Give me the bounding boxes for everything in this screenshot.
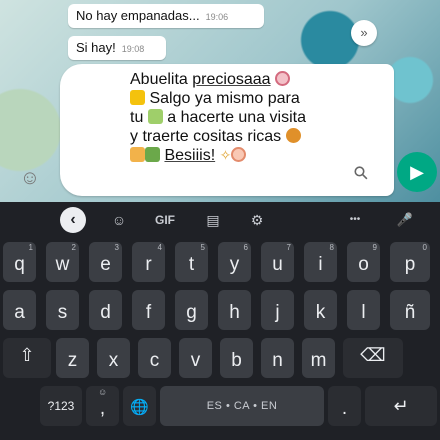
draft-word: Abuelita [130,71,188,88]
empanada-icon [285,128,301,143]
message-time: 19:06 [205,12,229,22]
back-icon[interactable]: ‹ [60,207,86,233]
keyboard: ‹ ☺ GIF ▤ ⚙ ••• 🎤 1q 2w 3e 4r 5t 6y 7u 8… [0,202,440,440]
key-r[interactable]: 4r [132,242,165,282]
microphone-icon[interactable]: 🎤 [392,207,418,233]
draft-text[interactable]: Abuelita preciosaaa Salgo ya mismo para … [130,70,306,165]
send-arrow-icon: ▶ [410,162,424,182]
draft-line: Salgo ya mismo para [130,89,306,108]
key-d[interactable]: d [89,290,122,330]
running-person-icon [130,90,145,105]
draft-line: y traerte cositas ricas [130,127,306,146]
key-z[interactable]: z [56,338,89,378]
key-c[interactable]: c [138,338,171,378]
draft-line: Abuelita preciosaaa [130,70,306,89]
keyboard-toolbar: ‹ ☺ GIF ▤ ⚙ ••• 🎤 [0,202,440,238]
key-s[interactable]: s [46,290,79,330]
send-button[interactable]: ▶ [397,152,437,192]
key-a[interactable]: a [3,290,36,330]
more-icon[interactable]: ••• [340,207,370,233]
key-y[interactable]: 6y [218,242,251,282]
key-x[interactable]: x [97,338,130,378]
draft-line-text: a hacerte una visita [167,109,306,126]
period-key[interactable]: . [328,386,361,426]
sparkles-icon: ✧ [219,147,232,163]
key-q[interactable]: 1q [3,242,36,282]
draft-word-underlined: preciosaaa [192,71,271,88]
emoji-hint-icon: ☺ [98,387,108,397]
backspace-icon: ⌫ [360,345,386,365]
gif-button[interactable]: GIF [148,207,182,233]
draft-word: tu [130,109,144,126]
key-g[interactable]: g [175,290,208,330]
chat-area: No hay empanadas... 19:06 Si hay! 19:08 » … [0,0,440,202]
key-w[interactable]: 2w [46,242,79,282]
key-i[interactable]: 8i [304,242,337,282]
draft-word-underlined: Besiiis! [164,147,216,164]
key-m[interactable]: m [302,338,335,378]
message-time: 19:08 [121,44,145,54]
settings-icon[interactable]: ⚙ [244,207,270,233]
globe-icon: 🌐 [130,399,149,416]
enter-key[interactable]: ↵ [365,386,437,426]
grandmother-icon [147,109,163,124]
smiley-icon[interactable]: ☺ [18,166,42,190]
message-text: No hay empanadas... [76,8,200,23]
food-icon [130,147,145,162]
chevron-double-down-icon[interactable]: » [351,20,377,46]
draft-line: Besiiis! ✧ [130,146,306,165]
key-v[interactable]: v [179,338,212,378]
key-u[interactable]: 7u [261,242,294,282]
key-e[interactable]: 3e [89,242,122,282]
shift-icon: ⇧ [19,345,35,365]
key-n-tilde[interactable]: ñ [390,290,430,330]
shift-key[interactable]: ⇧ [3,338,51,378]
key-t[interactable]: 5t [175,242,208,282]
key-k[interactable]: k [304,290,337,330]
message-bubble[interactable]: Si hay! 19:08 [68,36,166,60]
key-o[interactable]: 9o [347,242,380,282]
message-text: Si hay! [76,40,116,55]
comma-key[interactable]: ☺, [86,386,119,426]
key-h[interactable]: h [218,290,251,330]
draft-line-text: y traerte cositas ricas [130,128,282,145]
message-composer[interactable]: Abuelita preciosaaa Salgo ya mismo para … [60,64,394,196]
key-n[interactable]: n [261,338,294,378]
key-f[interactable]: f [132,290,165,330]
kiss-face-icon [231,147,247,162]
key-b[interactable]: b [220,338,253,378]
space-key[interactable]: ES • CA • EN [160,386,324,426]
sticker-icon[interactable]: ☺ [106,207,132,233]
blushing-face-icon [275,71,291,86]
key-p[interactable]: 0p [390,242,430,282]
key-j[interactable]: j [261,290,294,330]
draft-line: tu a hacerte una visita [130,108,306,127]
key-l[interactable]: l [347,290,380,330]
veggies-icon [145,147,160,162]
clipboard-icon[interactable]: ▤ [200,207,226,233]
backspace-key[interactable]: ⌫ [343,338,403,378]
draft-line-text: Salgo ya mismo para [149,90,300,107]
message-bubble[interactable]: No hay empanadas... 19:06 [68,4,264,28]
language-key[interactable]: 🌐 [123,386,156,426]
enter-icon: ↵ [393,396,409,416]
symbols-key[interactable]: ?123 [40,386,82,426]
